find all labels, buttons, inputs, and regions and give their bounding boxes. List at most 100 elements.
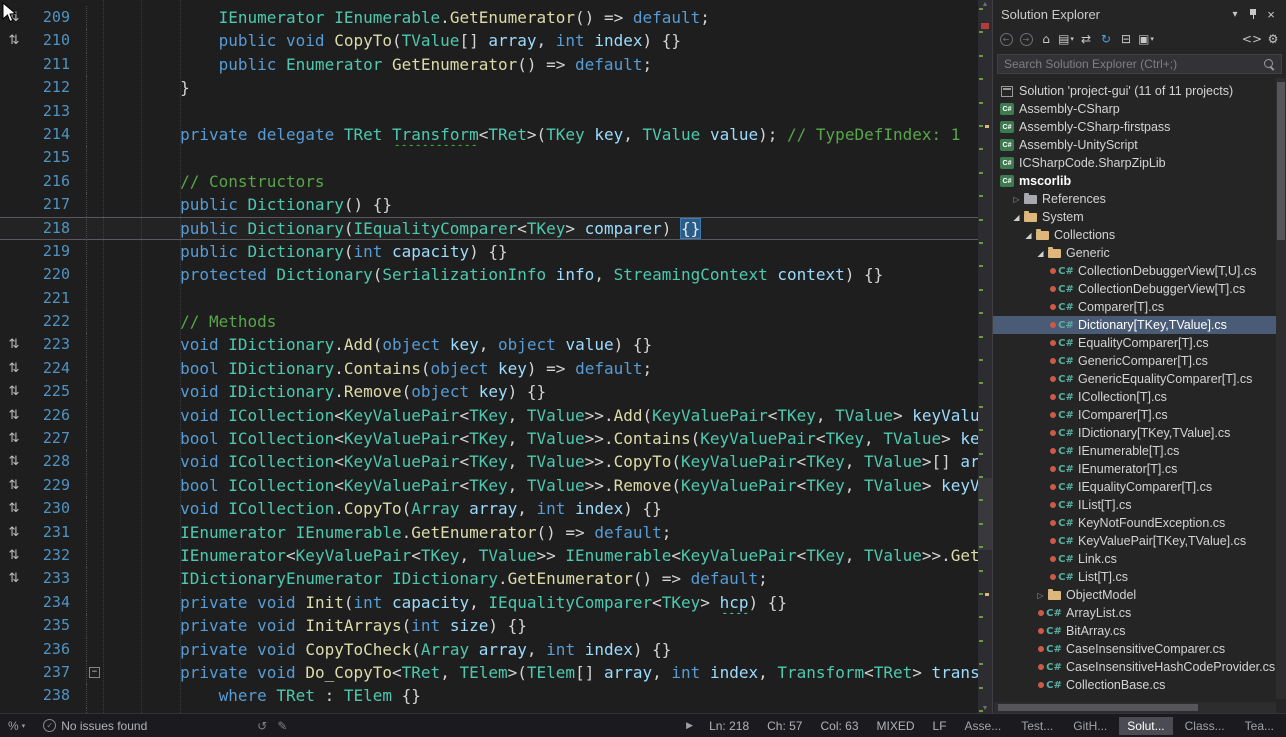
tree-item[interactable]: C#CollectionDebuggerView[T,U].cs — [993, 262, 1276, 280]
implements-icon[interactable]: ⇅ — [0, 450, 28, 473]
pin-icon[interactable] — [1244, 6, 1262, 22]
refresh-icon[interactable]: ↻ — [1097, 30, 1115, 48]
code-line[interactable]: ⇅226 void ICollection<KeyValuePair<TKey,… — [0, 404, 978, 427]
tool-window-tab[interactable]: Asse... — [957, 717, 1010, 735]
scope-to-this-icon[interactable]: ▤▾ — [1057, 30, 1075, 48]
tree-item[interactable]: C#List[T].cs — [993, 568, 1276, 586]
search-icon[interactable] — [1262, 57, 1276, 71]
line-number[interactable]: 211 — [28, 53, 78, 76]
edit-icon[interactable]: ✎ — [277, 719, 287, 733]
tree-item[interactable]: C#Assembly-CSharp — [993, 100, 1276, 118]
tree-item[interactable]: C#GenericComparer[T].cs — [993, 352, 1276, 370]
code-text[interactable]: private static KeyValuePair<TKey, TValue… — [103, 708, 978, 713]
line-number[interactable]: 213 — [28, 100, 78, 123]
code-line[interactable]: ⇅229 bool ICollection<KeyValuePair<TKey,… — [0, 474, 978, 497]
issues-message[interactable]: No issues found — [61, 719, 147, 733]
line-number[interactable]: 236 — [28, 638, 78, 661]
code-text[interactable] — [103, 100, 978, 123]
code-line[interactable]: ⇅227 bool ICollection<KeyValuePair<TKey,… — [0, 427, 978, 450]
show-all-files-icon[interactable]: ▣▾ — [1137, 30, 1155, 48]
eol-indicator[interactable]: LF — [933, 719, 947, 733]
encoding-indicator[interactable]: MIXED — [877, 719, 915, 733]
line-number[interactable]: 212 — [28, 76, 78, 99]
code-text[interactable]: bool IDictionary.Contains(object key) =>… — [103, 357, 978, 380]
line-number[interactable]: 235 — [28, 614, 78, 637]
code-line[interactable]: 215 — [0, 146, 978, 169]
code-text[interactable]: // Methods — [103, 310, 978, 333]
line-number[interactable]: 232 — [28, 544, 78, 567]
line-number[interactable]: 225 — [28, 380, 78, 403]
code-line[interactable]: ⇅230 void ICollection.CopyTo(Array array… — [0, 497, 978, 520]
line-number[interactable]: 224 — [28, 357, 78, 380]
code-text[interactable]: void IDictionary.Remove(object key) {} — [103, 380, 978, 403]
line-number[interactable]: 217 — [28, 193, 78, 216]
tree-item[interactable]: ▷ObjectModel — [993, 586, 1276, 604]
tree-item[interactable]: C#mscorlib — [993, 172, 1276, 190]
tree-item[interactable]: ◢System — [993, 208, 1276, 226]
tree-item[interactable]: C#GenericEqualityComparer[T].cs — [993, 370, 1276, 388]
line-number[interactable]: 233 — [28, 567, 78, 590]
line-number[interactable]: 237 — [28, 661, 78, 684]
code-text[interactable] — [103, 146, 978, 169]
code-line[interactable]: 219 public Dictionary(int capacity) {} — [0, 240, 978, 263]
code-text[interactable]: private delegate TRet Transform<TRet>(TK… — [103, 123, 978, 146]
code-text[interactable]: IEnumerator IEnumerable.GetEnumerator() … — [103, 6, 978, 29]
line-number[interactable]: 239 — [28, 708, 78, 713]
tree-item[interactable]: C#CaseInsensitiveComparer.cs — [993, 640, 1276, 658]
code-text[interactable]: public Enumerator GetEnumerator() => def… — [103, 53, 978, 76]
tree-item[interactable]: C#Assembly-UnityScript — [993, 136, 1276, 154]
line-indicator[interactable]: Ln: 218 — [709, 719, 749, 733]
code-editor[interactable]: ⇅ 209 IEnumerator IEnumerable.GetEnumerat… — [0, 0, 992, 713]
code-text[interactable]: } — [103, 76, 978, 99]
code-line[interactable]: 213 — [0, 100, 978, 123]
code-line[interactable]: ⇅224 bool IDictionary.Contains(object ke… — [0, 357, 978, 380]
code-line[interactable]: 217 public Dictionary() {} — [0, 193, 978, 216]
code-line[interactable]: ⇅231 IEnumerator IEnumerable.GetEnumerat… — [0, 521, 978, 544]
implements-icon[interactable]: ⇅ — [0, 380, 28, 403]
code-line[interactable]: 222 // Methods — [0, 310, 978, 333]
line-number[interactable]: 234 — [28, 591, 78, 614]
tree-item[interactable]: C#CollectionDebuggerView[T].cs — [993, 280, 1276, 298]
implements-icon[interactable]: ⇅ — [0, 497, 28, 520]
tree-item[interactable]: C#ArrayList.cs — [993, 604, 1276, 622]
line-number[interactable]: 216 — [28, 170, 78, 193]
zoom-level[interactable]: % — [8, 719, 19, 733]
tool-window-tab[interactable]: GitH... — [1065, 717, 1115, 735]
chevron-expanded-icon[interactable]: ◢ — [1011, 213, 1022, 222]
code-text[interactable]: IEnumerator IEnumerable.GetEnumerator() … — [103, 521, 978, 544]
line-number[interactable]: 220 — [28, 263, 78, 286]
code-text[interactable]: public Dictionary(IEqualityComparer<TKey… — [103, 217, 978, 240]
line-number[interactable]: 223 — [28, 333, 78, 356]
tree-item[interactable]: ◢Collections — [993, 226, 1276, 244]
implements-icon[interactable]: ⇅ — [0, 427, 28, 450]
tree-horizontal-scrollbar[interactable] — [994, 702, 1276, 713]
line-number[interactable]: 231 — [28, 521, 78, 544]
play-icon[interactable]: ▶ — [686, 720, 693, 731]
tree-item[interactable]: C#IEnumerator[T].cs — [993, 460, 1276, 478]
tree-item[interactable]: C#Link.cs — [993, 550, 1276, 568]
code-text[interactable]: void ICollection<KeyValuePair<TKey, TVal… — [103, 404, 978, 427]
code-line[interactable]: 239 private static KeyValuePair<TKey, TV… — [0, 708, 978, 713]
line-number[interactable]: 229 — [28, 474, 78, 497]
code-text[interactable]: public Dictionary(int capacity) {} — [103, 240, 978, 263]
code-line[interactable]: 221 — [0, 287, 978, 310]
code-text[interactable]: private void Init(int capacity, IEqualit… — [103, 591, 978, 614]
implements-icon[interactable]: ⇅ — [0, 567, 28, 590]
line-number[interactable]: 230 — [28, 497, 78, 520]
implements-icon[interactable]: ⇅ — [0, 357, 28, 380]
code-line[interactable]: ⇅232 IEnumerator<KeyValuePair<TKey, TVal… — [0, 544, 978, 567]
tree-item[interactable]: C#KeyValuePair[TKey,TValue].cs — [993, 532, 1276, 550]
tool-window-tab[interactable]: Solut... — [1119, 717, 1172, 735]
tree-item[interactable]: C#IComparer[T].cs — [993, 406, 1276, 424]
code-text[interactable]: bool ICollection<KeyValuePair<TKey, TVal… — [103, 474, 978, 497]
tree-item[interactable]: C#Comparer[T].cs — [993, 298, 1276, 316]
editor-scrollbar[interactable]: ▲ ▼ — [978, 0, 992, 713]
line-number[interactable]: 209 — [28, 6, 78, 29]
tree-item[interactable]: C#IEnumerable[T].cs — [993, 442, 1276, 460]
code-line[interactable]: 214 private delegate TRet Transform<TRet… — [0, 123, 978, 146]
tree-item[interactable]: C#Assembly-CSharp-firstpass — [993, 118, 1276, 136]
tree-item[interactable]: C#Dictionary[TKey,TValue].cs — [993, 316, 1276, 334]
sync-with-active-document-icon[interactable]: ⇄ — [1077, 30, 1095, 48]
code-line[interactable]: ⇅233 IDictionaryEnumerator IDictionary.G… — [0, 567, 978, 590]
implements-icon[interactable]: ⇅ — [0, 544, 28, 567]
